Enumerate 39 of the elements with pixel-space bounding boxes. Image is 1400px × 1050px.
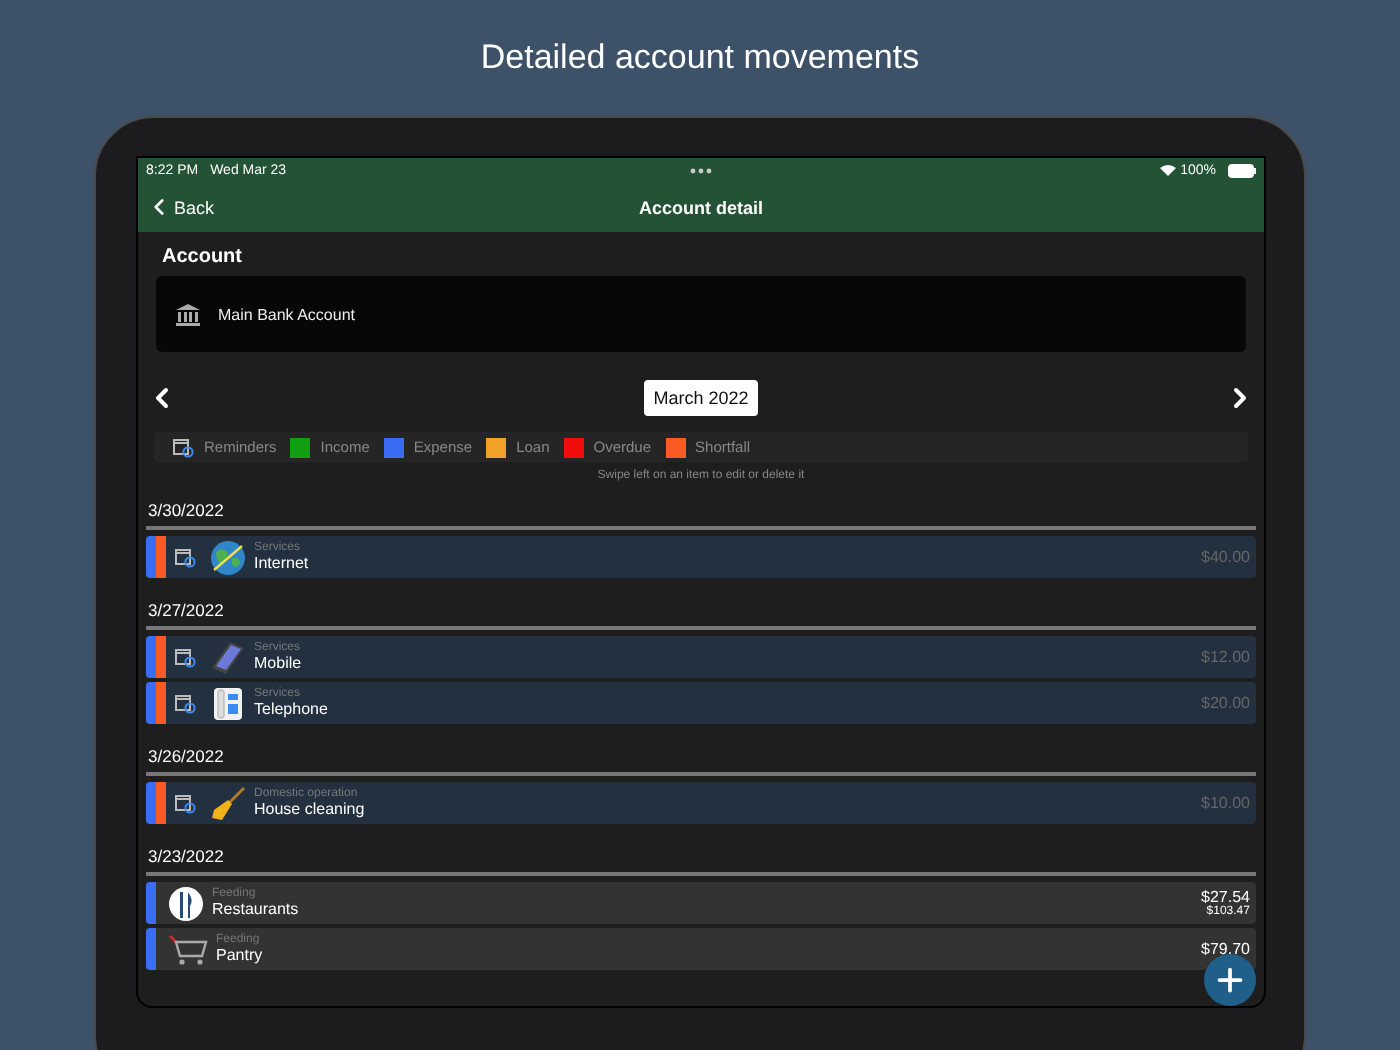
account-selector[interactable]: Main Bank Account (156, 276, 1246, 352)
amount: $79.70 (1201, 941, 1250, 957)
add-button[interactable] (1204, 954, 1256, 1006)
page-heading: Detailed account movements (480, 38, 920, 78)
calendar-refresh-icon (174, 692, 196, 714)
shopping-cart-icon (168, 933, 208, 965)
calendar-refresh-icon (174, 792, 196, 814)
transaction-name: Mobile (254, 656, 304, 672)
broom-icon (210, 785, 246, 821)
amount: $10.00 (1201, 795, 1250, 811)
globe-icon (210, 539, 246, 575)
calendar-refresh-icon (174, 646, 196, 668)
mobile-phone-icon (210, 639, 246, 675)
date-header: 3/30/2022 (148, 500, 226, 520)
back-button[interactable]: Back (146, 194, 215, 220)
transaction-name: Restaurants (212, 902, 301, 918)
multitasking-dots-icon[interactable] (690, 168, 712, 174)
battery-icon (1228, 163, 1256, 177)
date-header: 3/27/2022 (148, 600, 226, 620)
transaction-name: House cleaning (254, 802, 367, 818)
amount: $20.00 (1201, 695, 1250, 711)
month-field[interactable]: March 2022 (643, 380, 759, 416)
amount: $40.00 (1201, 549, 1250, 565)
transaction-name: Internet (254, 556, 311, 572)
calendar-refresh-icon (172, 436, 194, 458)
wifi-icon (1160, 164, 1177, 176)
transaction-name: Pantry (216, 948, 265, 964)
calendar-refresh-icon (174, 546, 196, 568)
desk-phone-icon (210, 685, 246, 721)
amount: $12.00 (1201, 649, 1250, 665)
plus-icon (1212, 962, 1248, 998)
date-header: 3/23/2022 (148, 846, 226, 866)
amount: $27.54 (1201, 889, 1250, 905)
fork-knife-icon (168, 885, 204, 921)
transaction-name: Telephone (254, 702, 330, 718)
section-label: Account (162, 246, 244, 268)
screen-title: Account detail (639, 197, 763, 217)
bank-icon (176, 303, 200, 325)
date-header: 3/26/2022 (148, 746, 226, 766)
